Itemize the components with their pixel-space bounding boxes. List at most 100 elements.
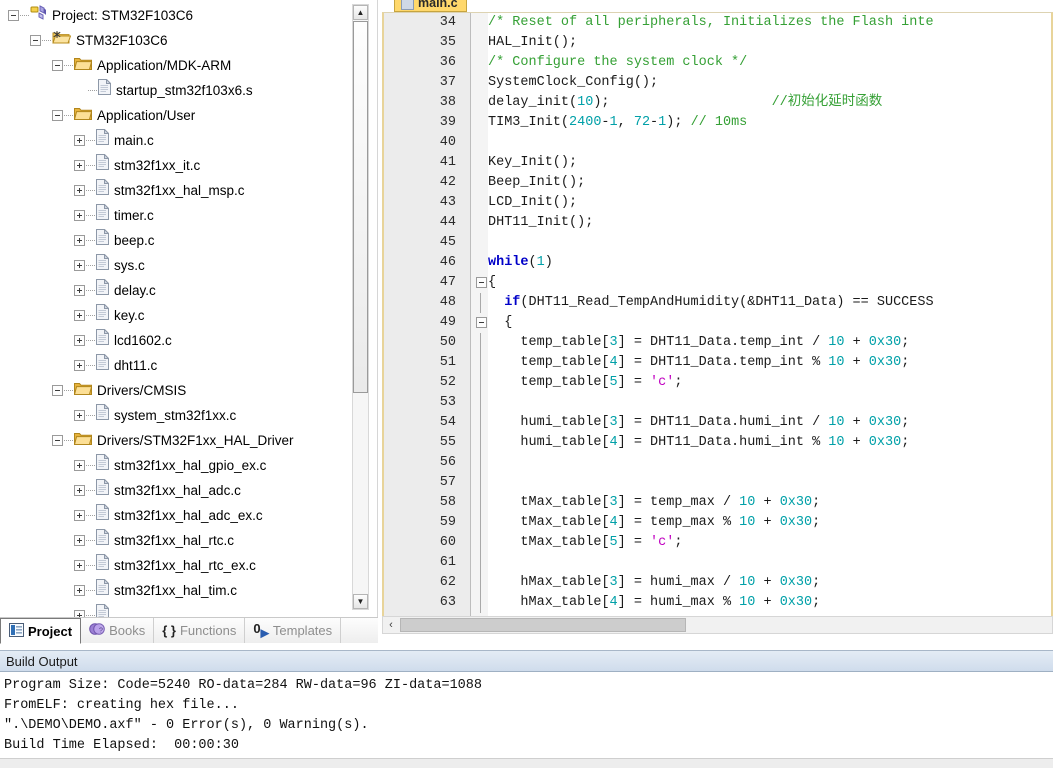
document-tab-main-c[interactable]: main.c	[394, 0, 467, 12]
hscrollbar-thumb[interactable]	[400, 618, 686, 632]
code-line[interactable]: 57	[384, 473, 1051, 493]
build-output-text[interactable]: Program Size: Code=5240 RO-data=284 RW-d…	[0, 672, 1053, 758]
tree-collapse-toggle-icon[interactable]	[30, 35, 41, 46]
tree-expand-toggle-icon[interactable]	[74, 560, 85, 571]
tree-expand-toggle-icon[interactable]	[74, 210, 85, 221]
tree-item[interactable]: Drivers/CMSIS	[0, 378, 348, 403]
tree-expand-toggle-icon[interactable]	[74, 535, 85, 546]
tree-item[interactable]: delay.c	[0, 278, 348, 303]
tree-expand-toggle-icon[interactable]	[74, 260, 85, 271]
code-line[interactable]: 39 TIM3_Init(2400-1, 72-1); // 10ms	[384, 113, 1051, 133]
tree-item[interactable]	[0, 603, 348, 617]
scroll-down-arrow-icon[interactable]: ▼	[353, 594, 368, 609]
tree-expand-toggle-icon[interactable]	[74, 410, 85, 421]
code-line[interactable]: 49 {	[384, 313, 1051, 333]
tree-item[interactable]: beep.c	[0, 228, 348, 253]
code-line[interactable]: 40	[384, 133, 1051, 153]
tree-expand-toggle-icon[interactable]	[74, 460, 85, 471]
code-line[interactable]: 38 delay_init(10); //初始化延时函数	[384, 93, 1051, 113]
editor-horizontal-scrollbar[interactable]: ‹	[382, 616, 1053, 634]
tree-expand-toggle-icon[interactable]	[74, 185, 85, 196]
code-line[interactable]: 48 if(DHT11_Read_TempAndHumidity(&DHT11_…	[384, 293, 1051, 313]
tree-expand-toggle-icon[interactable]	[74, 235, 85, 246]
tree-collapse-toggle-icon[interactable]	[52, 435, 63, 446]
tree-item[interactable]: main.c	[0, 128, 348, 153]
scrollbar-thumb[interactable]	[353, 21, 368, 393]
code-line[interactable]: 53	[384, 393, 1051, 413]
code-text-area[interactable]: 34/* Reset of all peripherals, Initializ…	[384, 13, 1051, 632]
tree-expand-toggle-icon[interactable]	[74, 585, 85, 596]
scroll-left-arrow-icon[interactable]: ‹	[383, 617, 399, 633]
tree-item[interactable]: sys.c	[0, 253, 348, 278]
scroll-up-arrow-icon[interactable]: ▲	[353, 5, 368, 20]
pane-tab-functions[interactable]: { } Functions	[154, 618, 246, 643]
tree-collapse-toggle-icon[interactable]	[52, 60, 63, 71]
code-line[interactable]: 56	[384, 453, 1051, 473]
tree-item[interactable]: stm32f1xx_hal_msp.c	[0, 178, 348, 203]
tree-expand-toggle-icon[interactable]	[74, 160, 85, 171]
tree-item[interactable]: stm32f1xx_hal_adc.c	[0, 478, 348, 503]
tree-item[interactable]: Application/MDK-ARM	[0, 53, 348, 78]
tree-item[interactable]: system_stm32f1xx.c	[0, 403, 348, 428]
code-token: ] = temp_max %	[617, 515, 740, 530]
tree-collapse-toggle-icon[interactable]	[8, 10, 19, 21]
tree-expand-toggle-icon[interactable]	[74, 485, 85, 496]
code-line[interactable]: 52 temp_table[5] = 'c';	[384, 373, 1051, 393]
tree-item[interactable]: Drivers/STM32F1xx_HAL_Driver	[0, 428, 348, 453]
code-line[interactable]: 50 temp_table[3] = DHT11_Data.temp_int /…	[384, 333, 1051, 353]
tree-expand-toggle-icon[interactable]	[74, 285, 85, 296]
code-line[interactable]: 58 tMax_table[3] = temp_max / 10 + 0x30;	[384, 493, 1051, 513]
code-line[interactable]: 55 humi_table[4] = DHT11_Data.humi_int %…	[384, 433, 1051, 453]
tree-guide-line	[64, 390, 73, 391]
tree-expand-toggle-icon[interactable]	[74, 135, 85, 146]
tree-item[interactable]: stm32f1xx_it.c	[0, 153, 348, 178]
code-line[interactable]: 61	[384, 553, 1051, 573]
code-line[interactable]: 37 SystemClock_Config();	[384, 73, 1051, 93]
tree-expand-toggle-icon[interactable]	[74, 610, 85, 617]
tree-item[interactable]: stm32f1xx_hal_rtc.c	[0, 528, 348, 553]
tree-expand-toggle-icon[interactable]	[74, 335, 85, 346]
fold-collapse-icon[interactable]	[476, 317, 487, 328]
code-line[interactable]: 42 Beep_Init();	[384, 173, 1051, 193]
code-token: 10	[828, 435, 845, 450]
tree-item[interactable]: Project: STM32F103C6	[0, 3, 348, 28]
code-line[interactable]: 44 DHT11_Init();	[384, 213, 1051, 233]
tree-collapse-toggle-icon[interactable]	[52, 110, 63, 121]
project-tree[interactable]: Project: STM32F103C6 STM32F103C6 Applicati…	[0, 3, 348, 617]
code-line[interactable]: 35 HAL_Init();	[384, 33, 1051, 53]
tree-collapse-toggle-icon[interactable]	[52, 385, 63, 396]
code-line[interactable]: 41 Key_Init();	[384, 153, 1051, 173]
code-line[interactable]: 45	[384, 233, 1051, 253]
pane-tab-templates[interactable]: 0▶ Templates	[245, 618, 342, 643]
code-line[interactable]: 59 tMax_table[4] = temp_max % 10 + 0x30;	[384, 513, 1051, 533]
tree-expand-toggle-icon[interactable]	[74, 510, 85, 521]
tree-item[interactable]: timer.c	[0, 203, 348, 228]
code-line[interactable]: 60 tMax_table[5] = 'c';	[384, 533, 1051, 553]
code-line[interactable]: 62 hMax_table[3] = humi_max / 10 + 0x30;	[384, 573, 1051, 593]
pane-tab-books[interactable]: ? Books	[81, 618, 155, 643]
fold-collapse-icon[interactable]	[476, 277, 487, 288]
code-line[interactable]: 47 {	[384, 273, 1051, 293]
code-line[interactable]: 36 /* Configure the system clock */	[384, 53, 1051, 73]
tree-item[interactable]: stm32f1xx_hal_gpio_ex.c	[0, 453, 348, 478]
tree-item[interactable]: dht11.c	[0, 353, 348, 378]
code-line[interactable]: 46 while(1)	[384, 253, 1051, 273]
code-line[interactable]: 54 humi_table[3] = DHT11_Data.humi_int /…	[384, 413, 1051, 433]
tree-expand-toggle-icon[interactable]	[74, 360, 85, 371]
tree-expand-toggle-icon[interactable]	[74, 310, 85, 321]
code-line[interactable]: 34 /* Reset of all peripherals, Initializ…	[384, 13, 1051, 33]
tree-item[interactable]: stm32f1xx_hal_adc_ex.c	[0, 503, 348, 528]
tree-item[interactable]: lcd1602.c	[0, 328, 348, 353]
pane-tab-project[interactable]: Project	[0, 618, 82, 644]
tree-item[interactable]: key.c	[0, 303, 348, 328]
code-editor[interactable]: 34/* Reset of all peripherals, Initializ…	[382, 12, 1053, 634]
tree-item[interactable]: stm32f1xx_hal_rtc_ex.c	[0, 553, 348, 578]
code-line[interactable]: 63 hMax_table[4] = humi_max % 10 + 0x30;	[384, 593, 1051, 613]
tree-item[interactable]: Application/User	[0, 103, 348, 128]
tree-item[interactable]: STM32F103C6	[0, 28, 348, 53]
tree-item[interactable]: stm32f1xx_hal_tim.c	[0, 578, 348, 603]
code-line[interactable]: 51 temp_table[4] = DHT11_Data.temp_int %…	[384, 353, 1051, 373]
project-tree-scrollbar[interactable]: ▲ ▼	[352, 4, 369, 610]
tree-item[interactable]: startup_stm32f103x6.s	[0, 78, 348, 103]
code-line[interactable]: 43 LCD_Init();	[384, 193, 1051, 213]
